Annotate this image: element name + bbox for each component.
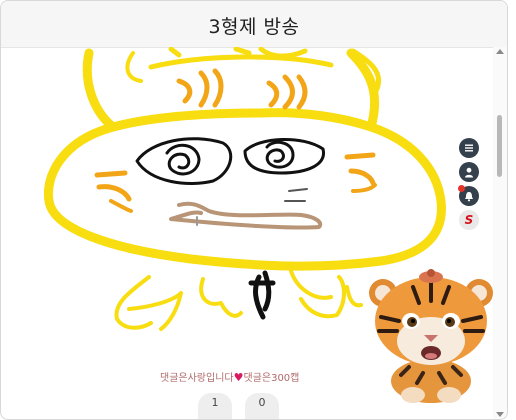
drawing-cheek-right-3 bbox=[351, 183, 377, 193]
drawing-paw-mid bbox=[199, 277, 243, 318]
like-counter[interactable]: 1 bbox=[198, 393, 232, 419]
drawing-pupil-left bbox=[165, 143, 201, 176]
scroll-down-arrow-icon[interactable] bbox=[496, 412, 504, 417]
drawing-head-top bbox=[148, 54, 334, 70]
drawing-paw-right bbox=[289, 269, 346, 319]
comment-notice-text-1: 댓글은사랑입니다 bbox=[160, 373, 234, 384]
s-logo-button[interactable]: S bbox=[459, 210, 479, 230]
drawing-cheek-left-3 bbox=[109, 199, 133, 213]
tiger-sticker bbox=[369, 269, 493, 403]
list-icon bbox=[465, 144, 473, 152]
profile-button[interactable] bbox=[459, 162, 479, 182]
comment-notice-text-2: 댓글은300캡 bbox=[243, 373, 300, 384]
drawing-ear-inner-left bbox=[125, 51, 143, 83]
page-title: 3형제 방송 bbox=[208, 16, 300, 38]
drawing-head-outline bbox=[43, 108, 446, 271]
drawing-stripe-2 bbox=[198, 70, 210, 108]
bell-icon bbox=[465, 191, 473, 201]
drawing-cheek-right-2 bbox=[348, 168, 376, 186]
drawing-stripe-3 bbox=[212, 68, 224, 108]
side-menu: S bbox=[458, 138, 481, 234]
drawing-pupil-right bbox=[265, 140, 295, 169]
person-icon bbox=[465, 167, 473, 177]
drawing-tail bbox=[248, 270, 276, 320]
s-logo-icon: S bbox=[464, 213, 474, 227]
drawing-ear-left bbox=[82, 48, 118, 132]
page-header: 3형제 방송 bbox=[1, 1, 507, 48]
drawing-nose bbox=[284, 188, 308, 202]
notification-button[interactable] bbox=[458, 185, 479, 206]
scroll-up-arrow-icon[interactable] bbox=[496, 49, 504, 54]
comment-notice: 댓글은사랑입니다♥댓글은300캡 bbox=[160, 369, 299, 384]
drawing-stripe-6 bbox=[296, 74, 308, 110]
drawing-stripe-1 bbox=[176, 78, 193, 104]
drawing-cheek-left-1 bbox=[94, 170, 128, 178]
heart-icon: ♥ bbox=[233, 371, 244, 384]
drawing-stripe-5 bbox=[282, 74, 295, 110]
drawing-cheek-right-1 bbox=[344, 152, 376, 160]
drawing-paw-left bbox=[114, 275, 183, 331]
drawing-stripe-4 bbox=[266, 80, 280, 108]
drawing-cheek-left-2 bbox=[96, 184, 132, 202]
notification-badge bbox=[458, 185, 465, 192]
scroll-thumb[interactable] bbox=[497, 115, 502, 177]
drawing-paw-far bbox=[345, 285, 363, 308]
list-button[interactable] bbox=[459, 138, 479, 158]
app-window: 3형제 방송 S 댓글은사랑입니다♥댓글은300캡 1 0 bbox=[0, 0, 508, 420]
dislike-counter[interactable]: 0 bbox=[245, 393, 279, 419]
drawing-mouth bbox=[169, 201, 323, 230]
